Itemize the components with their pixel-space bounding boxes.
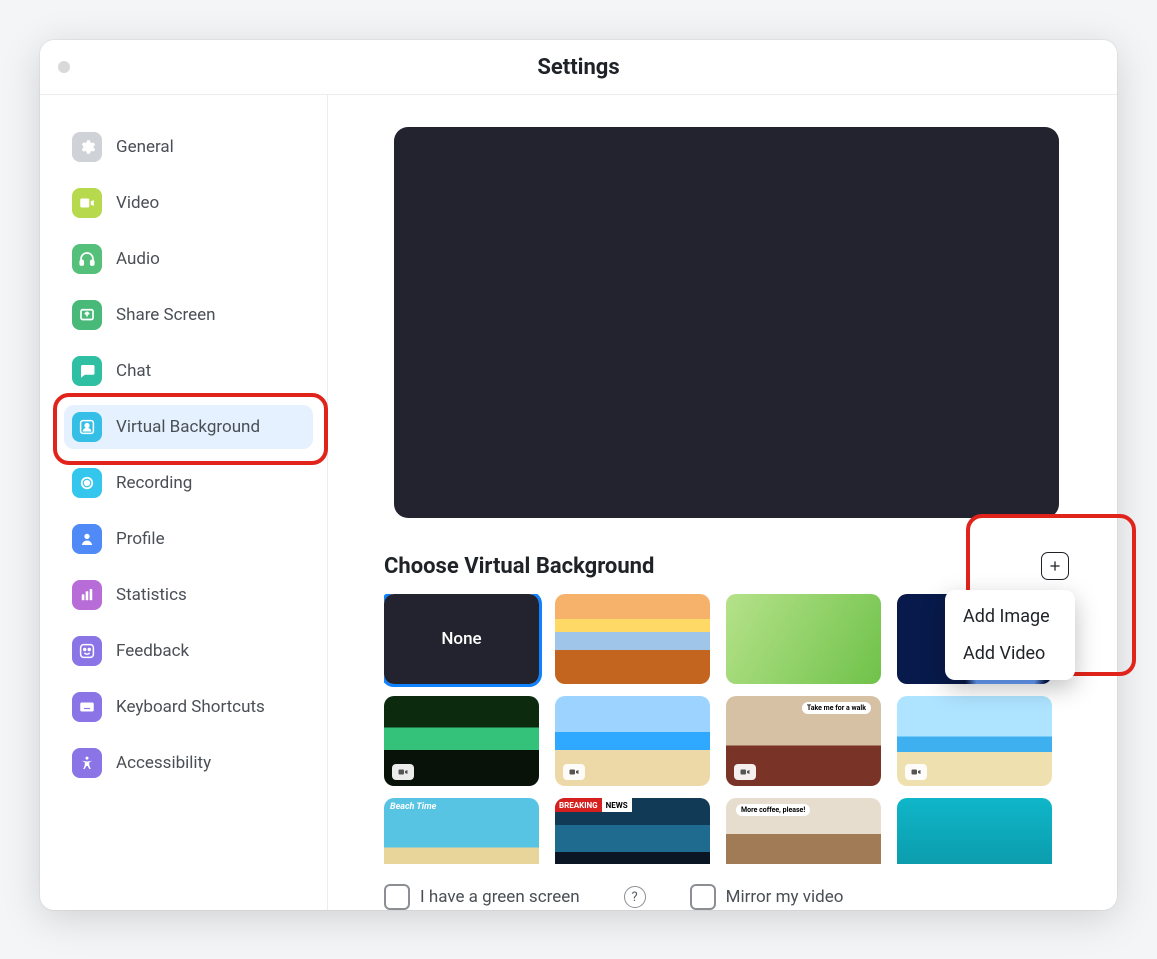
sidebar-item-label: Audio: [116, 249, 160, 269]
sidebar-item-vbg[interactable]: Virtual Background: [64, 405, 313, 449]
background-thumb-cafe[interactable]: More coffee, please!: [726, 798, 881, 864]
accessibility-icon: [72, 748, 102, 778]
window-title: Settings: [537, 55, 619, 80]
sidebar-item-feedback[interactable]: Feedback: [64, 629, 313, 673]
chat-icon: [72, 356, 102, 386]
green-screen-label: I have a green screen: [420, 887, 580, 907]
background-thumb-bridge[interactable]: [555, 594, 710, 684]
plus-icon: [1048, 558, 1062, 574]
sidebar-item-profile[interactable]: Profile: [64, 517, 313, 561]
background-thumb-beach1[interactable]: [555, 696, 710, 786]
settings-window: Settings General Video Audio Share Screen Ch…: [40, 40, 1117, 910]
sidebar-item-label: Share Screen: [116, 305, 216, 325]
green-screen-help-icon[interactable]: ?: [624, 886, 646, 908]
record-icon: [72, 468, 102, 498]
thumb-none-label: None: [441, 629, 481, 649]
add-background-menu: Add Image Add Video: [945, 590, 1075, 680]
sidebar-item-label: Statistics: [116, 585, 187, 605]
speech-bubble: Take me for a walk: [802, 702, 871, 714]
background-thumb-beach2[interactable]: [897, 696, 1052, 786]
sidebar-item-label: Chat: [116, 361, 151, 381]
mirror-video-label: Mirror my video: [726, 887, 844, 907]
video-preview: [394, 127, 1059, 518]
add-background-button[interactable]: [1041, 552, 1069, 580]
section-title: Choose Virtual Background: [384, 554, 654, 579]
video-badge-icon: [734, 764, 756, 780]
background-thumb-aurora[interactable]: [384, 696, 539, 786]
sidebar-item-general[interactable]: General: [64, 125, 313, 169]
video-badge-icon: [905, 764, 927, 780]
news-banner: BREAKINGNEWS: [555, 798, 632, 812]
sidebar-item-shortcuts[interactable]: Keyboard Shortcuts: [64, 685, 313, 729]
settings-sidebar: General Video Audio Share Screen Chat Virtual…: [40, 95, 328, 910]
person-box-icon: [72, 412, 102, 442]
bottom-options: I have a green screen ? Mirror my video: [384, 864, 1069, 910]
sidebar-item-label: Accessibility: [116, 753, 211, 773]
sidebar-item-label: Feedback: [116, 641, 189, 661]
main-content: Choose Virtual Background Add Image Add …: [328, 95, 1117, 910]
sidebar-item-recording[interactable]: Recording: [64, 461, 313, 505]
background-thumb-none[interactable]: None: [384, 594, 539, 684]
sidebar-item-audio[interactable]: Audio: [64, 237, 313, 281]
background-thumb-grass[interactable]: [726, 594, 881, 684]
video-icon: [72, 188, 102, 218]
sidebar-item-label: Profile: [116, 529, 165, 549]
background-thumb-dog[interactable]: Take me for a walk: [726, 696, 881, 786]
video-badge-icon: [392, 764, 414, 780]
sidebar-item-chat[interactable]: Chat: [64, 349, 313, 393]
add-image-item[interactable]: Add Image: [945, 598, 1075, 635]
background-thumb-cat[interactable]: [897, 798, 1052, 864]
speech-bubble: More coffee, please!: [736, 804, 810, 816]
bars-icon: [72, 580, 102, 610]
headphones-icon: [72, 244, 102, 274]
sidebar-item-video[interactable]: Video: [64, 181, 313, 225]
sidebar-item-stats[interactable]: Statistics: [64, 573, 313, 617]
background-thumb-beachtime[interactable]: Beach Time: [384, 798, 539, 864]
gear-icon: [72, 132, 102, 162]
keyboard-icon: [72, 692, 102, 722]
sidebar-item-share[interactable]: Share Screen: [64, 293, 313, 337]
person-icon: [72, 524, 102, 554]
sidebar-item-label: General: [116, 137, 174, 157]
traffic-light-close[interactable]: [58, 61, 70, 73]
background-thumb-news[interactable]: BREAKINGNEWS: [555, 798, 710, 864]
add-video-item[interactable]: Add Video: [945, 635, 1075, 672]
share-icon: [72, 300, 102, 330]
sidebar-item-label: Virtual Background: [116, 417, 260, 437]
green-screen-checkbox[interactable]: I have a green screen: [384, 884, 580, 910]
sidebar-item-label: Keyboard Shortcuts: [116, 697, 265, 717]
thumb-caption: Beach Time: [390, 802, 436, 812]
sidebar-item-label: Recording: [116, 473, 192, 493]
mirror-video-checkbox[interactable]: Mirror my video: [690, 884, 844, 910]
titlebar: Settings: [40, 40, 1117, 95]
smile-icon: [72, 636, 102, 666]
sidebar-item-label: Video: [116, 193, 159, 213]
video-badge-icon: [563, 764, 585, 780]
sidebar-item-a11y[interactable]: Accessibility: [64, 741, 313, 785]
